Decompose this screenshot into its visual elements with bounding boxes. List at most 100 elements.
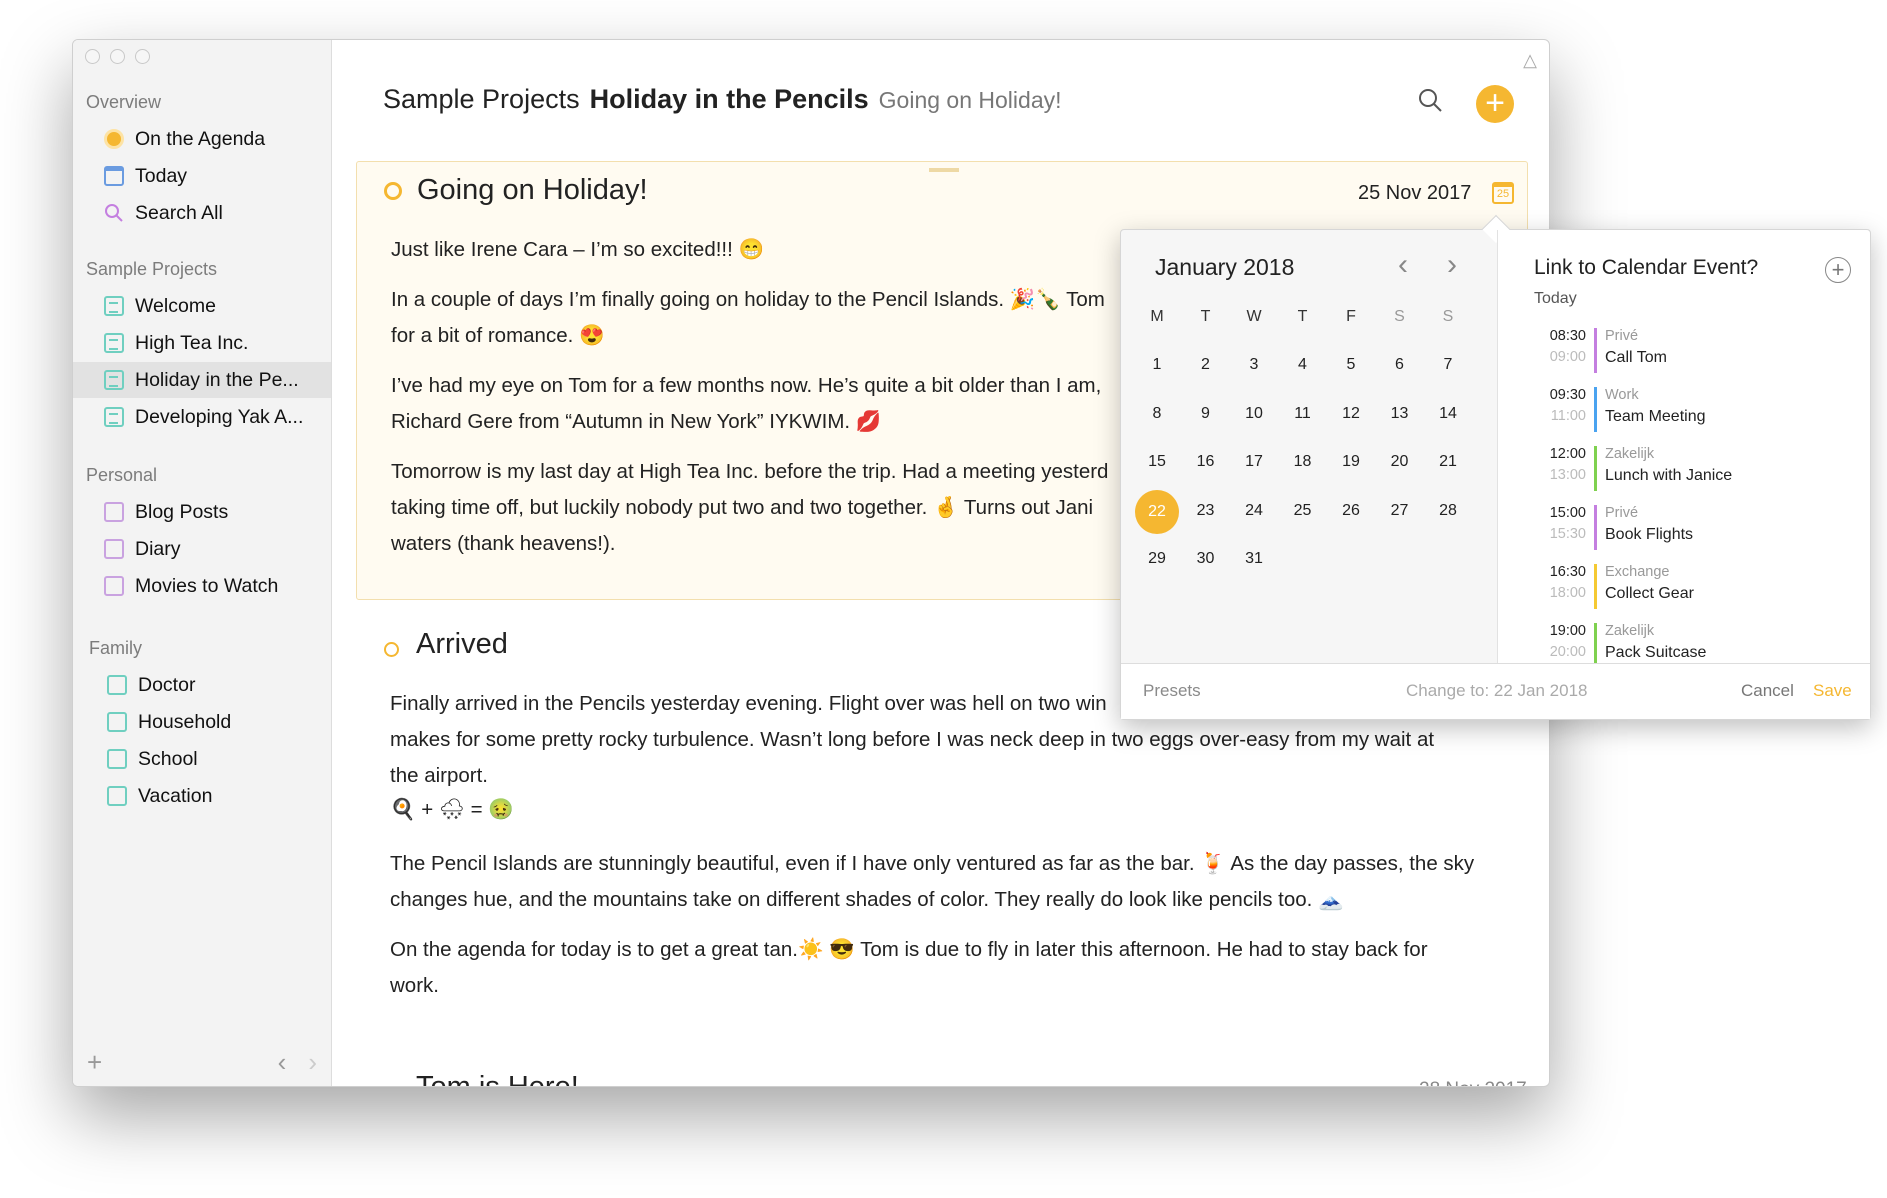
- sidebar-item-developing-yak[interactable]: Developing Yak A...: [73, 399, 331, 435]
- sidebar-item-on-the-agenda[interactable]: On the Agenda: [73, 121, 331, 157]
- change-to-label: Change to: 22 Jan 2018: [1406, 681, 1588, 700]
- zoom-button[interactable]: [135, 49, 150, 64]
- prev-month-button[interactable]: ‹: [1398, 248, 1408, 282]
- popover-footer: Presets Change to: 22 Jan 2018 Cancel Sa…: [1121, 663, 1870, 719]
- calendar-event[interactable]: 09:30 11:00 Work Team Meeting: [1534, 387, 1854, 433]
- calendar-icon: [104, 166, 124, 186]
- event-calendar: Work: [1605, 387, 1639, 403]
- back-button[interactable]: ‹: [278, 1047, 287, 1077]
- calendar-day[interactable]: 15: [1133, 453, 1181, 471]
- entry-date[interactable]: 25 Nov 2017: [1358, 182, 1471, 205]
- forward-button[interactable]: ›: [308, 1047, 317, 1077]
- paragraph: for a bit of romance. 😍: [391, 324, 605, 347]
- add-entry-button[interactable]: +: [1476, 85, 1514, 123]
- calendar-day[interactable]: 11: [1279, 405, 1327, 423]
- event-start: 15:00: [1549, 505, 1586, 521]
- calendar-day[interactable]: 16: [1182, 453, 1230, 471]
- paragraph: waters (thank heavens!).: [391, 532, 616, 555]
- next-month-button[interactable]: ›: [1447, 248, 1457, 282]
- calendar-day[interactable]: 9: [1182, 405, 1230, 423]
- calendar-day[interactable]: 30: [1182, 550, 1230, 568]
- presets-button[interactable]: Presets: [1143, 681, 1201, 701]
- calendar-day[interactable]: 5: [1327, 356, 1375, 374]
- calendar-event[interactable]: 08:30 09:00 Privé Call Tom: [1534, 328, 1854, 374]
- event-name: Lunch with Janice: [1605, 467, 1733, 484]
- calendar-day[interactable]: 25: [1279, 502, 1327, 520]
- status-circle-icon[interactable]: [384, 182, 402, 200]
- add-group-button[interactable]: +: [87, 1047, 102, 1078]
- calendar-day[interactable]: 3: [1230, 356, 1278, 374]
- calendar-event[interactable]: 16:30 18:00 Exchange Collect Gear: [1534, 564, 1854, 610]
- event-start: 09:30: [1549, 387, 1586, 403]
- calendar-event[interactable]: 12:00 13:00 Zakelijk Lunch with Janice: [1534, 446, 1854, 492]
- calendar-icon[interactable]: 25: [1492, 182, 1514, 204]
- section-overview: Overview: [86, 92, 162, 112]
- cancel-button[interactable]: Cancel: [1741, 681, 1794, 701]
- calendar-day[interactable]: 31: [1230, 550, 1278, 568]
- close-button[interactable]: [85, 49, 100, 64]
- calendar-day[interactable]: 14: [1424, 405, 1472, 423]
- warning-icon[interactable]: △: [1523, 50, 1537, 71]
- calendar-day[interactable]: 10: [1230, 405, 1278, 423]
- calendar-day[interactable]: 19: [1327, 453, 1375, 471]
- paragraph: work.: [390, 974, 439, 997]
- sidebar-item-doctor[interactable]: Doctor: [73, 667, 331, 703]
- calendar-day[interactable]: 26: [1327, 502, 1375, 520]
- calendar-day[interactable]: 24: [1230, 502, 1278, 520]
- add-event-button[interactable]: +: [1825, 257, 1851, 283]
- paragraph: Tomorrow is my last day at High Tea Inc.…: [391, 460, 1109, 483]
- sidebar-item-holiday[interactable]: Holiday in the Pe...: [73, 362, 331, 398]
- sidebar-item-today[interactable]: Today: [73, 158, 331, 194]
- status-circle-icon[interactable]: [384, 642, 399, 657]
- calendar-day[interactable]: 17: [1230, 453, 1278, 471]
- sidebar-item-vacation[interactable]: Vacation: [73, 778, 331, 814]
- sidebar-item-welcome[interactable]: Welcome: [73, 288, 331, 324]
- folder-icon: [107, 749, 127, 769]
- calendar-day[interactable]: 28: [1424, 502, 1472, 520]
- sidebar: Overview On the Agenda Today Search All …: [73, 40, 332, 1086]
- calendar-day[interactable]: 6: [1376, 356, 1424, 374]
- sidebar-item-school[interactable]: School: [73, 741, 331, 777]
- calendar-day[interactable]: 29: [1133, 550, 1181, 568]
- entry-title: Going on Holiday!: [417, 174, 648, 206]
- weekday-header: T: [1297, 308, 1308, 325]
- save-button[interactable]: Save: [1813, 681, 1852, 701]
- event-color-bar: [1594, 564, 1597, 609]
- calendar-day[interactable]: 4: [1279, 356, 1327, 374]
- search-icon: [1419, 89, 1442, 112]
- calendar-day[interactable]: 18: [1279, 453, 1327, 471]
- sidebar-item-label: High Tea Inc.: [135, 331, 249, 354]
- paragraph: On the agenda for today is to get a grea…: [390, 938, 1428, 961]
- calendar-day[interactable]: 27: [1376, 502, 1424, 520]
- calendar-day[interactable]: 8: [1133, 405, 1181, 423]
- entry-date[interactable]: 28 Nov 2017: [1419, 1079, 1527, 1086]
- sidebar-item-movies[interactable]: Movies to Watch: [73, 568, 331, 604]
- calendar-day[interactable]: 23: [1182, 502, 1230, 520]
- sidebar-item-household[interactable]: Household: [73, 704, 331, 740]
- event-end: 11:00: [1550, 408, 1586, 424]
- page-subtitle: Going on Holiday!: [878, 87, 1062, 113]
- calendar-event[interactable]: 15:00 15:30 Privé Book Flights: [1534, 505, 1854, 551]
- drag-handle[interactable]: [929, 168, 959, 172]
- calendar-day[interactable]: 7: [1424, 356, 1472, 374]
- folder-icon: [104, 502, 124, 522]
- calendar-day[interactable]: 2: [1182, 356, 1230, 374]
- section-family: Family: [89, 638, 142, 658]
- entry-tom-is-here[interactable]: Tom is Here! 28 Nov 2017: [356, 1065, 1528, 1086]
- calendar-day[interactable]: 12: [1327, 405, 1375, 423]
- calendar-day[interactable]: 20: [1376, 453, 1424, 471]
- weekday-header: M: [1150, 308, 1164, 325]
- paragraph: I’ve had my eye on Tom for a few months …: [391, 374, 1102, 397]
- sidebar-item-search-all[interactable]: Search All: [73, 195, 331, 231]
- sidebar-item-high-tea[interactable]: High Tea Inc.: [73, 325, 331, 361]
- breadcrumb-project[interactable]: Sample Projects: [383, 84, 580, 114]
- calendar-day[interactable]: 21: [1424, 453, 1472, 471]
- minimize-button[interactable]: [110, 49, 125, 64]
- calendar-day[interactable]: 13: [1376, 405, 1424, 423]
- sidebar-item-diary[interactable]: Diary: [73, 531, 331, 567]
- paragraph: Just like Irene Cara – I’m so excited!!!…: [391, 238, 765, 261]
- sidebar-item-blog-posts[interactable]: Blog Posts: [73, 494, 331, 530]
- calendar-day-selected[interactable]: 22: [1135, 489, 1179, 534]
- search-button[interactable]: [1418, 88, 1442, 112]
- calendar-day[interactable]: 1: [1133, 356, 1181, 374]
